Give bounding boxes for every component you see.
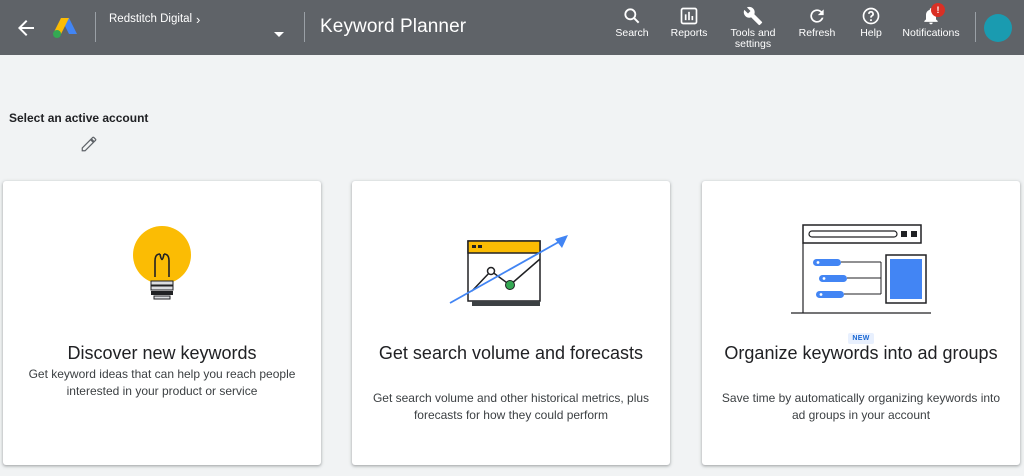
tools-and-settings-button[interactable]: Tools and settings: [724, 0, 782, 55]
edit-pencil-icon[interactable]: [80, 135, 98, 153]
back-arrow-icon[interactable]: [14, 16, 38, 40]
ad-groups-illustration: [702, 221, 1020, 321]
trend-chart-icon: [449, 235, 568, 306]
avatar[interactable]: [984, 14, 1012, 42]
reports-label: Reports: [670, 27, 708, 39]
header-divider: [95, 12, 96, 42]
search-button[interactable]: Search: [610, 0, 654, 55]
refresh-icon: [810, 9, 824, 23]
notification-badge: !: [931, 3, 945, 17]
select-account-label: Select an active account: [9, 111, 149, 125]
ad-groups-icon: [791, 224, 931, 314]
refresh-button[interactable]: Refresh: [794, 0, 840, 55]
notifications-button[interactable]: ! Notifications: [898, 0, 964, 55]
reports-icon: [680, 7, 698, 25]
notifications-label: Notifications: [902, 27, 960, 39]
card-description: Get keyword ideas that can help you reac…: [28, 367, 296, 398]
page-title: Keyword Planner: [320, 16, 467, 37]
lightbulb-illustration: [3, 221, 321, 321]
organize-keywords-card[interactable]: NEW Organize keywords into ad groups Sav…: [702, 181, 1020, 465]
header-divider: [304, 12, 305, 42]
account-name[interactable]: Redstitch Digital: [109, 13, 192, 25]
header-divider: [975, 12, 976, 42]
refresh-label: Refresh: [798, 27, 836, 39]
card-description: Get search volume and other historical m…: [372, 391, 650, 422]
card-description: Save time by automatically organizing ke…: [721, 391, 1001, 422]
help-icon: [862, 7, 880, 25]
account-dropdown-caret-icon[interactable]: [274, 32, 284, 37]
account-chevron-icon[interactable]: ›: [196, 12, 200, 27]
help-button[interactable]: Help: [852, 0, 890, 55]
card-title: Get search volume and forecasts: [378, 343, 644, 363]
forecast-chart-illustration: [352, 221, 670, 321]
top-app-bar: Redstitch Digital › Keyword Planner Sear…: [0, 0, 1024, 55]
lightbulb-icon: [133, 226, 191, 300]
wrench-icon: [743, 6, 763, 26]
search-label: Search: [615, 27, 649, 39]
card-title: Discover new keywords: [67, 343, 257, 363]
reports-button[interactable]: Reports: [664, 0, 714, 55]
help-label: Help: [860, 27, 882, 39]
discover-keywords-card[interactable]: Discover new keywords Get keyword ideas …: [3, 181, 321, 465]
google-ads-logo[interactable]: [52, 15, 78, 39]
search-icon: [624, 8, 640, 24]
tools-and-settings-label: Tools and settings: [730, 27, 776, 50]
search-volume-forecasts-card[interactable]: Get search volume and forecasts Get sear…: [352, 181, 670, 465]
card-title: Organize keywords into ad groups: [724, 343, 998, 363]
